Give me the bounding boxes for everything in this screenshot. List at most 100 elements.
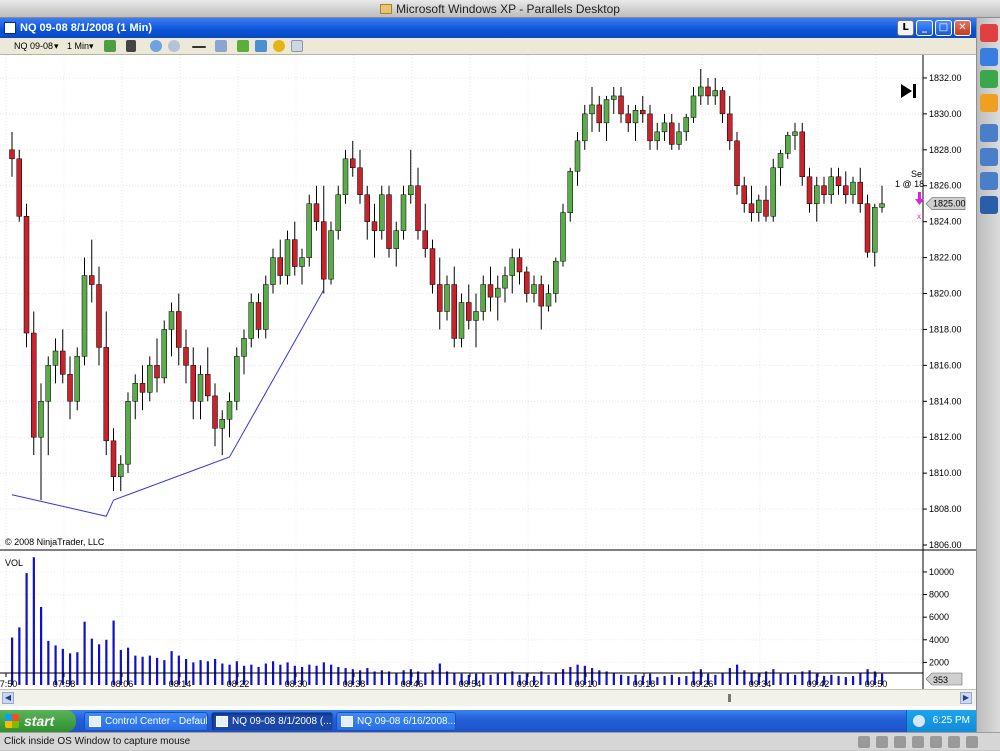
candle-body-up <box>509 257 515 276</box>
candle <box>683 113 689 141</box>
zoom-in-icon[interactable] <box>150 40 162 52</box>
candle <box>205 347 211 402</box>
keyboard-icon[interactable] <box>966 736 978 748</box>
candle-body-down <box>350 158 356 169</box>
cd-icon[interactable] <box>876 736 888 748</box>
price-chart[interactable]: 1806.00 1808.00 1810.00 1812.00 1814.00 1816.… <box>0 55 976 689</box>
play-icon[interactable] <box>980 70 998 88</box>
candle-body-down <box>451 284 457 339</box>
volume-bar <box>90 638 93 685</box>
instrument-dropdown-icon[interactable]: ▾ <box>54 39 59 53</box>
candlesticks <box>9 68 885 501</box>
volume-bar <box>663 675 666 685</box>
time-axis: 07:50 07:58 08:06 08:14 08:22 08:30 08:38 08:46… <box>0 673 887 689</box>
interval-selector[interactable]: 1 Min <box>67 39 89 53</box>
candle-body-up <box>632 110 639 124</box>
interval-dropdown-icon[interactable]: ▾ <box>89 39 94 53</box>
candle-body-up <box>676 131 682 145</box>
volume-bar <box>156 657 159 685</box>
window-mode-icon[interactable] <box>980 124 998 142</box>
coherence-icon[interactable] <box>980 148 998 166</box>
time-tick-label: 09:10 <box>575 679 598 689</box>
candle-body-down <box>205 374 211 397</box>
restart-icon[interactable] <box>980 94 998 112</box>
candle <box>553 257 559 303</box>
candle <box>386 185 392 258</box>
trendline[interactable] <box>11 289 325 517</box>
fullscreen-icon[interactable] <box>980 196 998 214</box>
candle-body-down <box>705 86 711 97</box>
jump-to-end-button[interactable] <box>901 84 916 98</box>
shared-folder-icon[interactable] <box>948 736 960 748</box>
volume-bar <box>620 674 623 685</box>
status-text: Click inside OS Window to capture mouse <box>4 736 191 747</box>
candle-body-down <box>60 350 66 375</box>
network-adapter-icon[interactable] <box>894 736 906 748</box>
zoom-out-icon[interactable] <box>168 40 180 52</box>
sound-icon[interactable] <box>930 736 942 748</box>
candle-body-down <box>640 110 646 115</box>
chart-trader-icon[interactable] <box>273 40 285 52</box>
usb-icon[interactable] <box>912 736 924 748</box>
maximize-button[interactable]: □ <box>935 20 952 36</box>
candle-body-up <box>690 95 697 118</box>
chart-window-icon <box>216 716 228 727</box>
device-icon[interactable] <box>858 736 870 748</box>
scroll-thumb[interactable] <box>728 694 731 702</box>
candle-body-up <box>502 275 508 289</box>
volume-bar <box>322 662 325 685</box>
minimize-button[interactable]: _ <box>916 20 933 36</box>
candle-body-up <box>712 90 718 97</box>
start-button[interactable]: start <box>0 710 76 732</box>
candle-body-down <box>821 185 827 195</box>
candle <box>669 113 675 150</box>
candle-body-up <box>582 113 588 142</box>
price-tick-label: 1814.00 <box>929 396 962 406</box>
taskbar-item-label: NQ 09-08 6/16/2008... <box>357 716 456 727</box>
crosshair-icon[interactable] <box>192 46 206 48</box>
candle-body-down <box>835 176 842 186</box>
indicators-icon[interactable] <box>237 40 249 52</box>
candle <box>785 131 791 159</box>
pause-icon[interactable] <box>980 48 998 66</box>
taskbar-item-control-center[interactable]: Control Center - Default <box>84 712 208 731</box>
candle <box>690 86 697 123</box>
chart-area[interactable]: 1806.00 1808.00 1810.00 1812.00 1814.00 1816.… <box>0 55 976 689</box>
candle-body-up <box>328 230 334 280</box>
screenshot-icon[interactable] <box>980 172 998 190</box>
candle-body-down <box>763 199 769 217</box>
instrument-selector[interactable]: NQ 09-08 <box>14 39 53 53</box>
drawing-tool-icon[interactable] <box>126 40 136 52</box>
candle-body-down <box>806 176 813 204</box>
candle-body-up <box>400 194 407 231</box>
scroll-right-icon[interactable]: ▶ <box>960 692 972 704</box>
time-tick-label: 08:30 <box>285 679 308 689</box>
close-button[interactable]: ✕ <box>954 20 971 36</box>
candle-body-down <box>727 113 733 142</box>
price-tick-label: 1810.00 <box>929 468 962 478</box>
data-box-icon[interactable] <box>291 40 303 52</box>
taskbar-item-chart-1min[interactable]: NQ 09-08 8/1/2008 (... <box>211 712 333 731</box>
stop-icon[interactable] <box>980 24 998 42</box>
horizontal-scrollbar[interactable]: ◀ ▶ <box>0 689 976 706</box>
scroll-left-icon[interactable]: ◀ <box>2 692 14 704</box>
network-icon[interactable] <box>913 715 925 727</box>
candle <box>96 266 102 366</box>
candle-body-down <box>321 221 327 280</box>
chart-style-icon[interactable] <box>104 40 116 52</box>
candle-body-up <box>306 203 312 258</box>
candle <box>589 86 595 132</box>
link-button[interactable]: L <box>897 20 914 36</box>
strategies-icon[interactable] <box>255 40 267 52</box>
start-label: start <box>24 713 55 729</box>
candle <box>487 266 494 312</box>
candle <box>263 275 269 339</box>
taskbar-item-chart-6-16[interactable]: NQ 09-08 6/16/2008... <box>336 712 456 731</box>
volume-bar <box>221 663 224 685</box>
candle <box>538 275 544 330</box>
candle <box>9 131 15 177</box>
properties-icon[interactable] <box>215 40 227 52</box>
volume-bar <box>714 674 717 685</box>
price-tick-label: 1824.00 <box>929 217 962 227</box>
candle-body-down <box>487 284 494 298</box>
